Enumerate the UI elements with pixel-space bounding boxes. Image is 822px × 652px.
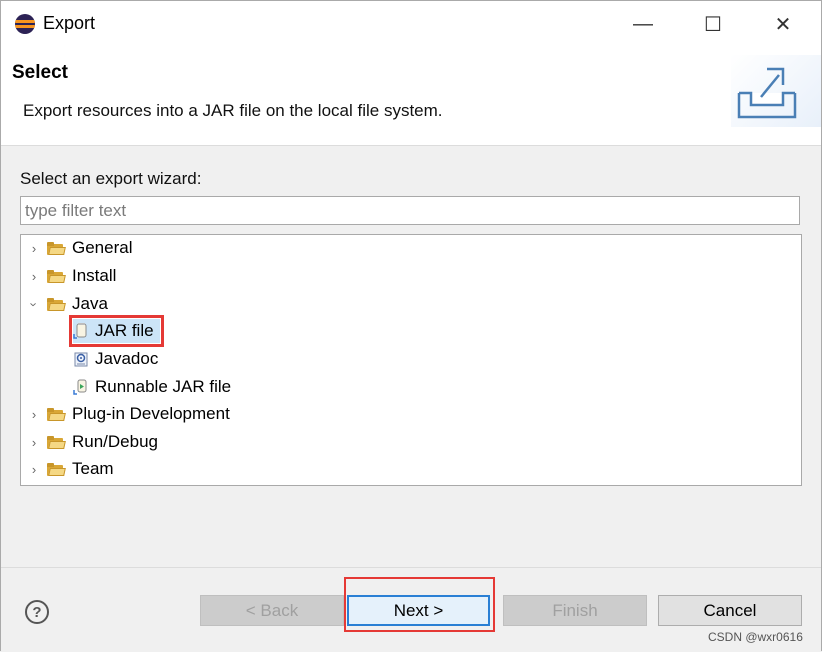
tree-item-java[interactable]: › Java bbox=[27, 292, 108, 316]
cancel-button[interactable]: Cancel bbox=[658, 595, 802, 626]
maximize-button[interactable]: ☐ bbox=[683, 1, 743, 47]
chevron-right-icon[interactable]: › bbox=[27, 241, 41, 256]
filter-input[interactable] bbox=[20, 196, 800, 225]
tree-item-plugin-development[interactable]: › Plug-in Development bbox=[27, 402, 230, 426]
export-banner-icon bbox=[731, 55, 821, 127]
tree-item-label: General bbox=[72, 238, 133, 257]
tree-item-label: Java bbox=[72, 294, 108, 313]
javadoc-icon bbox=[73, 350, 89, 368]
chevron-right-icon[interactable]: › bbox=[27, 462, 41, 477]
folder-icon bbox=[47, 297, 66, 311]
folder-icon bbox=[47, 269, 66, 283]
tree-item-runnable-jar[interactable]: Runnable JAR file bbox=[73, 375, 231, 399]
export-dialog: Export — ☐ ✕ Select Export resources int… bbox=[0, 0, 822, 652]
back-button[interactable]: < Back bbox=[200, 595, 344, 626]
wizard-content: Select an export wizard: › General › Ins… bbox=[1, 146, 821, 567]
chevron-right-icon[interactable]: › bbox=[27, 269, 41, 284]
wizard-select-label: Select an export wizard: bbox=[20, 169, 202, 188]
page-title: Select bbox=[12, 62, 68, 83]
tree-item-label: Runnable JAR file bbox=[95, 377, 232, 396]
next-button[interactable]: Next > bbox=[347, 595, 490, 626]
folder-icon bbox=[47, 407, 66, 421]
folder-icon bbox=[47, 462, 66, 476]
folder-icon bbox=[47, 435, 66, 449]
tree-item-team[interactable]: › Team bbox=[27, 457, 114, 481]
tree-item-label: Team bbox=[72, 459, 114, 478]
tree-item-label: Install bbox=[72, 266, 117, 285]
eclipse-icon bbox=[15, 14, 35, 34]
finish-button[interactable]: Finish bbox=[503, 595, 647, 626]
tree-item-install[interactable]: › Install bbox=[27, 264, 117, 288]
close-button[interactable]: ✕ bbox=[753, 1, 813, 47]
tree-item-javadoc[interactable]: Javadoc bbox=[73, 347, 158, 371]
jar-file-icon bbox=[73, 322, 89, 340]
wizard-header: Select Export resources into a JAR file … bbox=[1, 47, 821, 146]
tree-item-jar-file[interactable]: JAR file bbox=[69, 315, 164, 347]
tree-item-run-debug[interactable]: › Run/Debug bbox=[27, 430, 158, 454]
window-title: Export bbox=[43, 13, 96, 33]
runnable-jar-icon bbox=[73, 378, 89, 396]
title-bar[interactable]: Export — ☐ ✕ bbox=[1, 1, 821, 47]
wizard-tree[interactable]: › General › Install › Java JAR file Java… bbox=[20, 234, 802, 486]
tree-item-label: Javadoc bbox=[95, 349, 159, 368]
tree-item-label: Plug-in Development bbox=[72, 404, 230, 423]
help-icon[interactable]: ? bbox=[25, 600, 49, 624]
watermark: CSDN @wxr0616 bbox=[708, 630, 803, 644]
page-description: Export resources into a JAR file on the … bbox=[23, 101, 443, 120]
button-bar: ? < Back Next > Finish Cancel bbox=[1, 567, 821, 652]
folder-icon bbox=[47, 241, 66, 255]
chevron-right-icon[interactable]: › bbox=[27, 407, 41, 422]
tree-item-general[interactable]: › General bbox=[27, 236, 133, 260]
chevron-right-icon[interactable]: › bbox=[27, 435, 41, 450]
tree-item-label: Run/Debug bbox=[72, 432, 159, 451]
tree-item-label: JAR file bbox=[95, 321, 154, 340]
minimize-button[interactable]: — bbox=[613, 1, 673, 47]
chevron-down-icon[interactable]: › bbox=[27, 297, 42, 311]
